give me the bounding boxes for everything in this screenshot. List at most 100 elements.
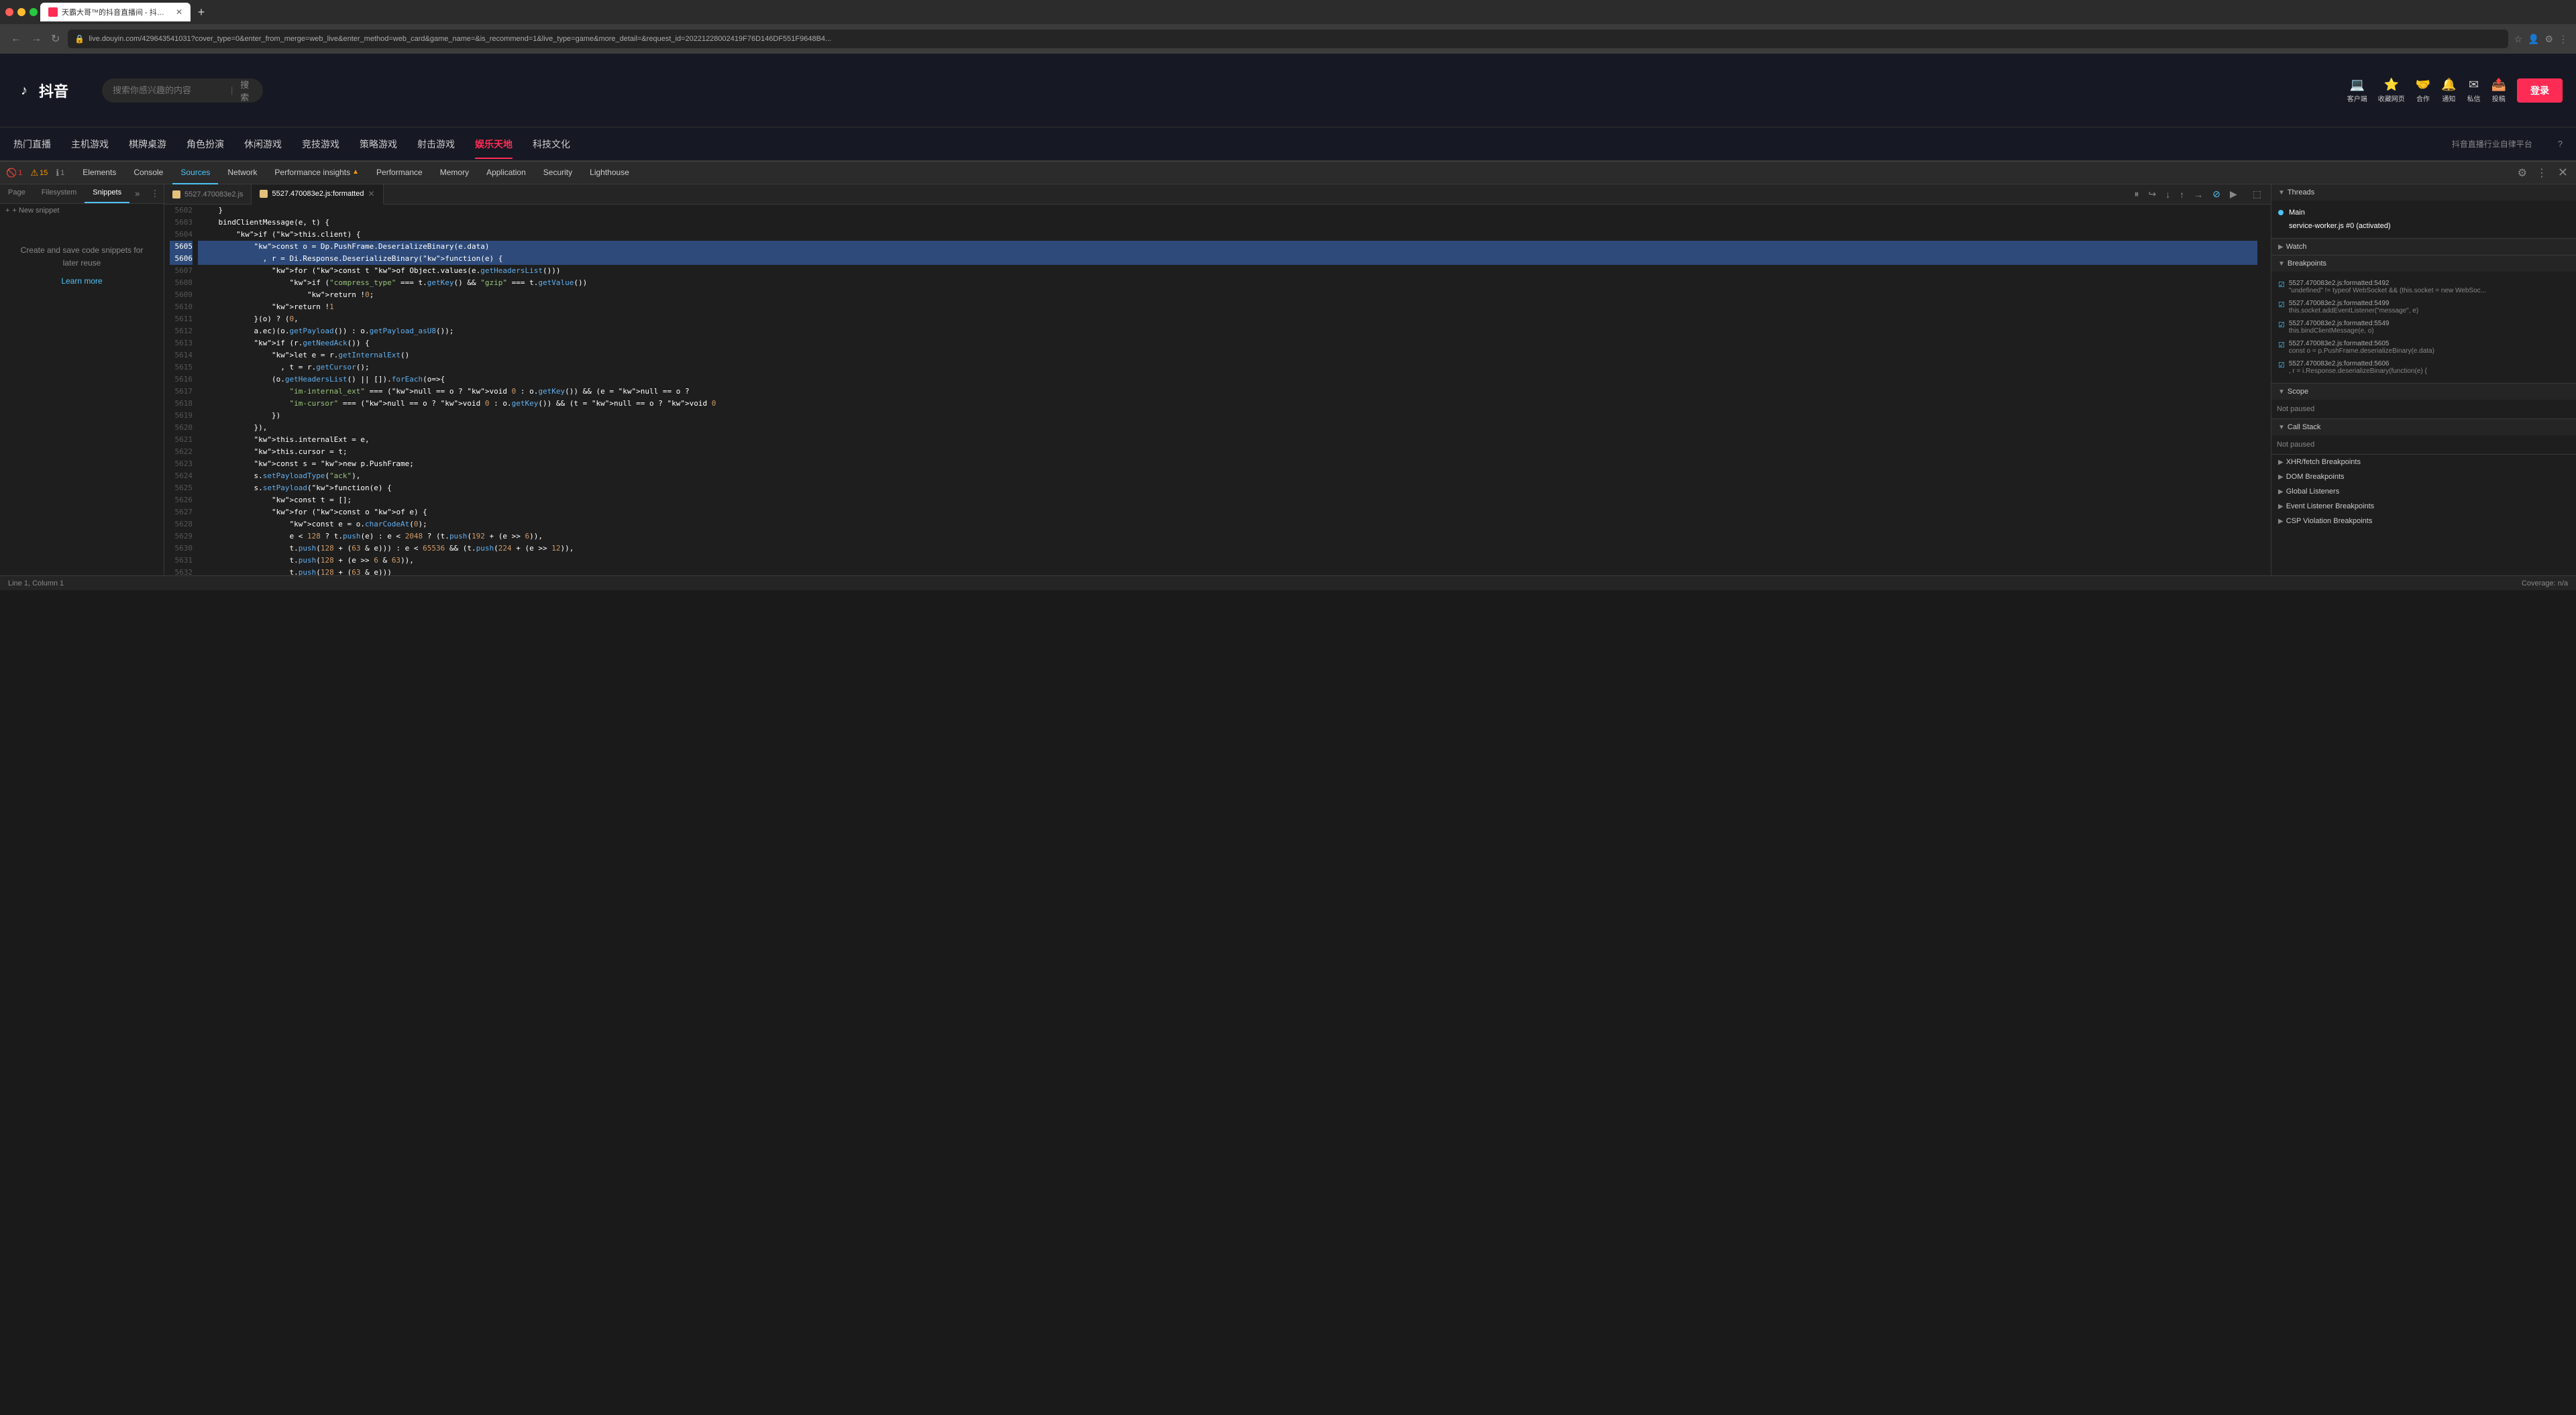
nav-casual[interactable]: 休闲游戏: [244, 135, 282, 154]
tab-application[interactable]: Application: [478, 162, 534, 184]
tab-security[interactable]: Security: [535, 162, 580, 184]
close-window-button[interactable]: [5, 8, 13, 16]
breakpoint-details-1: 5527.470083e2.js:formatted:5492 "undefin…: [2289, 280, 2486, 294]
csp-violation-breakpoints-row[interactable]: ▶ CSP Violation Breakpoints: [2271, 514, 2576, 528]
nav-console-games[interactable]: 主机游戏: [71, 135, 109, 154]
breakpoints-section: ▼ Breakpoints ☑ 5527.470083e2.js:formatt…: [2271, 256, 2576, 384]
header-icon-notification[interactable]: 🔔 通知: [2441, 78, 2456, 103]
breakpoint-checkbox-2[interactable]: ☑: [2278, 300, 2285, 309]
header-icon-cooperate[interactable]: 🤝 合作: [2416, 78, 2430, 103]
logo-area[interactable]: ♪ 抖音: [13, 80, 68, 101]
devtools-settings-button[interactable]: ⚙: [2514, 164, 2531, 182]
tab-close-button[interactable]: ✕: [176, 7, 182, 17]
sources-tab-options[interactable]: ⋮: [145, 184, 164, 203]
breakpoint-item-4[interactable]: ☑ 5527.470083e2.js:formatted:5605 const …: [2278, 337, 2569, 357]
thread-main[interactable]: Main: [2278, 206, 2569, 219]
sources-tab-more[interactable]: »: [129, 184, 145, 203]
tab-performance[interactable]: Performance: [368, 162, 431, 184]
nav-tech[interactable]: 科技文化: [533, 135, 570, 154]
address-bar[interactable]: 🔒 live.douyin.com/429643541031?cover_typ…: [68, 30, 2508, 48]
devtools-close-button[interactable]: ✕: [2553, 163, 2573, 182]
header-icon-bookmark[interactable]: ⭐ 收藏网页: [2378, 78, 2405, 103]
login-button[interactable]: 登录: [2517, 78, 2563, 103]
menu-button[interactable]: ⋮: [2559, 34, 2568, 45]
breakpoint-item-5[interactable]: ☑ 5527.470083e2.js:formatted:5606 , r = …: [2278, 357, 2569, 378]
watch-header[interactable]: ▶ Watch: [2271, 239, 2576, 255]
error-count[interactable]: 🚫 1: [3, 166, 25, 180]
expand-editor-button[interactable]: ⬚: [2249, 187, 2265, 201]
forward-button[interactable]: →: [28, 32, 44, 46]
editor-tab-minified[interactable]: 5527.470083e2.js: [164, 184, 252, 205]
profile-button[interactable]: 👤: [2528, 34, 2539, 45]
pause-resume-button[interactable]: ⏸: [2131, 187, 2143, 201]
step-into-button[interactable]: ↓: [2162, 188, 2174, 201]
editor-tab-formatted[interactable]: 5527.470083e2.js:formatted ✕: [252, 184, 383, 205]
nav-board-games[interactable]: 棋牌桌游: [129, 135, 166, 154]
header-icon-customer[interactable]: 💻 客户端: [2347, 78, 2367, 103]
breakpoint-item-1[interactable]: ☑ 5527.470083e2.js:formatted:5492 "undef…: [2278, 277, 2569, 297]
breakpoint-item-2[interactable]: ☑ 5527.470083e2.js:formatted:5499 this.s…: [2278, 297, 2569, 317]
global-listeners-row[interactable]: ▶ Global Listeners: [2271, 484, 2576, 499]
warning-count[interactable]: ⚠ 15: [27, 166, 51, 180]
learn-more-link[interactable]: Learn more: [13, 275, 150, 288]
step-out-button[interactable]: ↑: [2176, 188, 2188, 201]
resume-button[interactable]: ▶: [2226, 187, 2241, 201]
breakpoint-checkbox-3[interactable]: ☑: [2278, 321, 2285, 329]
search-input[interactable]: [113, 85, 227, 95]
extensions-button[interactable]: ⚙: [2544, 34, 2553, 45]
breakpoint-code-2: this.socket.addEventListener("message", …: [2289, 307, 2418, 315]
header-icon-upload[interactable]: 📤 投稿: [2491, 78, 2506, 103]
refresh-button[interactable]: ↻: [48, 31, 62, 47]
new-tab-button[interactable]: +: [193, 4, 209, 20]
tab-elements[interactable]: Elements: [74, 162, 124, 184]
nav-entertainment[interactable]: 娱乐天地: [475, 135, 513, 154]
event-listener-breakpoints-row[interactable]: ▶ Event Listener Breakpoints: [2271, 499, 2576, 514]
fullscreen-window-button[interactable]: [30, 8, 38, 16]
minimize-window-button[interactable]: [17, 8, 25, 16]
breakpoint-code-3: this.bindClientMessage(e, o): [2289, 327, 2390, 335]
editor-tab-close-button[interactable]: ✕: [368, 189, 374, 199]
thread-main-label: Main: [2289, 209, 2305, 217]
nav-strategy[interactable]: 策略游戏: [360, 135, 397, 154]
editor-content[interactable]: 5602560356045605560656075608560956105611…: [164, 205, 2271, 575]
scope-header[interactable]: ▼ Scope: [2271, 384, 2576, 400]
header-icon-message[interactable]: ✉ 私信: [2467, 78, 2481, 103]
step-button[interactable]: →: [2190, 188, 2206, 201]
tab-sources[interactable]: Sources: [172, 162, 218, 184]
tab-lighthouse[interactable]: Lighthouse: [582, 162, 637, 184]
sources-tab-filesystem[interactable]: Filesystem: [34, 184, 85, 203]
sources-tab-page[interactable]: Page: [0, 184, 34, 203]
deactivate-breakpoints-button[interactable]: ⊘: [2209, 187, 2224, 201]
breakpoints-header[interactable]: ▼ Breakpoints: [2271, 256, 2576, 272]
tab-performance-insights[interactable]: Performance insights ▲: [266, 162, 367, 184]
tab-memory[interactable]: Memory: [432, 162, 477, 184]
info-count[interactable]: ℹ 1: [52, 166, 68, 180]
breakpoint-checkbox-5[interactable]: ☑: [2278, 361, 2285, 370]
tab-network[interactable]: Network: [219, 162, 265, 184]
thread-service-worker[interactable]: service-worker.js #0 (activated): [2278, 219, 2569, 233]
breakpoint-item-3[interactable]: ☑ 5527.470083e2.js:formatted:5549 this.b…: [2278, 317, 2569, 337]
xhr-breakpoints-row[interactable]: ▶ XHR/fetch Breakpoints: [2271, 455, 2576, 469]
active-tab[interactable]: 天霸大哥™的抖音直播间 - 抖音 × ✕: [40, 3, 191, 21]
dom-breakpoints-row[interactable]: ▶ DOM Breakpoints: [2271, 469, 2576, 484]
bookmark-button[interactable]: ☆: [2514, 34, 2522, 45]
nav-shooting[interactable]: 射击游戏: [417, 135, 455, 154]
step-over-button[interactable]: ↪: [2145, 187, 2160, 201]
breakpoint-file-2: 5527.470083e2.js:formatted:5499: [2289, 300, 2418, 307]
call-stack-header[interactable]: ▼ Call Stack: [2271, 419, 2576, 435]
breakpoint-checkbox-4[interactable]: ☑: [2278, 341, 2285, 349]
nav-competitive[interactable]: 竞技游戏: [302, 135, 339, 154]
tab-console[interactable]: Console: [125, 162, 171, 184]
sources-tab-snippets[interactable]: Snippets: [85, 184, 129, 203]
devtools-more-button[interactable]: ⋮: [2532, 164, 2551, 182]
search-button[interactable]: 搜索: [237, 78, 252, 103]
nav-roleplay[interactable]: 角色扮演: [186, 135, 224, 154]
thread-service-worker-label: service-worker.js #0 (activated): [2289, 222, 2391, 230]
threads-header[interactable]: ▼ Threads: [2271, 184, 2576, 201]
help-icon[interactable]: ?: [2558, 139, 2563, 149]
breakpoint-checkbox-1[interactable]: ☑: [2278, 280, 2285, 289]
nav-hot-live[interactable]: 热门直播: [13, 135, 51, 154]
back-button[interactable]: ←: [8, 32, 24, 46]
add-snippet-button[interactable]: + + New snippet: [0, 204, 164, 217]
platform-link[interactable]: 抖音直播行业自律平台: [2452, 138, 2532, 150]
